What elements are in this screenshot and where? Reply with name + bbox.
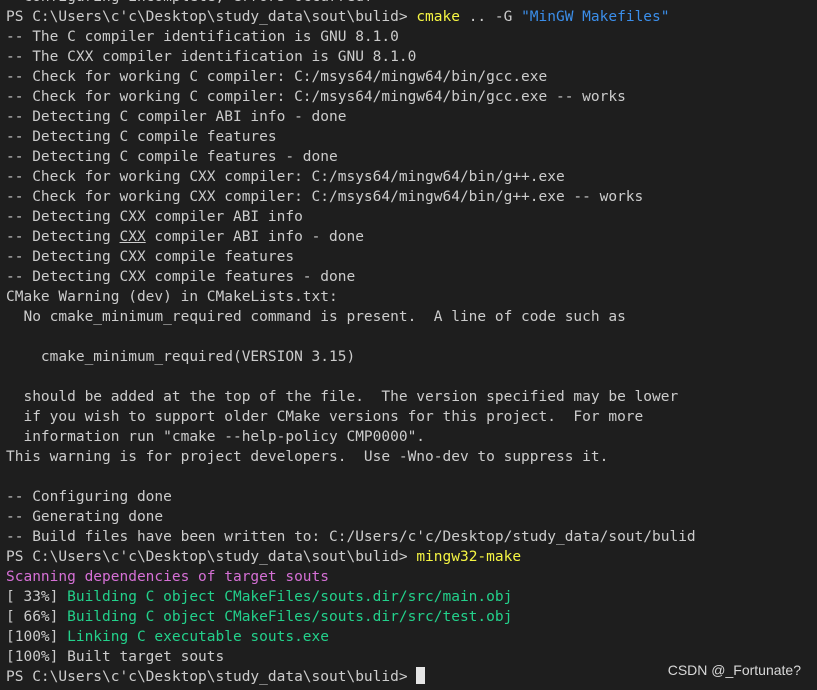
output-text: No cmake_minimum_required command is pre… <box>6 309 626 325</box>
output-text: information run "cmake --help-policy CMP… <box>6 429 426 445</box>
terminal-line: should be added at the top of the file. … <box>6 387 817 407</box>
terminal-line: -- The C compiler identification is GNU … <box>6 27 817 47</box>
terminal-line: -- Configuring done <box>6 487 817 507</box>
output-text: PS C:\Users\c'c\Desktop\study_data\sout\… <box>6 9 417 25</box>
terminal-line: -- Check for working C compiler: C:/msys… <box>6 67 817 87</box>
output-text: -- Generating done <box>6 509 164 525</box>
output-text: [ 66%] <box>6 609 68 625</box>
terminal-line: PS C:\Users\c'c\Desktop\study_data\sout\… <box>6 547 817 567</box>
output-text: cmake_minimum_required(VERSION 3.15) <box>6 349 356 365</box>
output-text: PS C:\Users\c'c\Desktop\study_data\sout\… <box>6 669 417 685</box>
terminal-line: -- Detecting CXX compile features - done <box>6 267 817 287</box>
terminal-output: Configuring incomplete, errors occurred!… <box>6 0 817 687</box>
output-text: [ 33%] <box>6 589 68 605</box>
terminal-line: -- Detecting C compile features - done <box>6 147 817 167</box>
output-text: .. -G <box>459 9 522 25</box>
output-text: Linking C executable souts.exe <box>67 629 330 645</box>
output-text: -- Detecting C compiler ABI info - done <box>6 109 347 125</box>
terminal-line: -- Detecting CXX compile features <box>6 247 817 267</box>
output-text: Building C object CMakeFiles/souts.dir/s… <box>67 589 513 605</box>
output-text: -- Check for working C compiler: C:/msys… <box>6 89 626 105</box>
terminal-line: PS C:\Users\c'c\Desktop\study_data\sout\… <box>6 7 817 27</box>
output-text: [100%] Built target souts <box>6 649 225 665</box>
output-text: -- Detecting CXX compile features - done <box>6 269 356 285</box>
terminal-line: -- Detecting CXX compiler ABI info <box>6 207 817 227</box>
terminal-line: -- Detecting C compiler ABI info - done <box>6 107 817 127</box>
terminal-line: -- Check for working CXX compiler: C:/ms… <box>6 187 817 207</box>
terminal-line: information run "cmake --help-policy CMP… <box>6 427 817 447</box>
text-cursor[interactable] <box>416 667 426 684</box>
output-text: -- The C compiler identification is GNU … <box>6 29 399 45</box>
command-text: mingw32-make <box>416 549 522 565</box>
output-text: Scanning dependencies of target souts <box>6 569 330 585</box>
output-text: should be added at the top of the file. … <box>6 389 679 405</box>
terminal-line: -- Generating done <box>6 507 817 527</box>
terminal-line: -- Detecting C compile features <box>6 127 817 147</box>
output-text: -- Check for working CXX compiler: C:/ms… <box>6 169 565 185</box>
csdn-watermark: CSDN @_Fortunate? <box>667 662 801 678</box>
output-text: CMake Warning (dev) in CMakeLists.txt: <box>6 289 338 305</box>
argument-string: "MinGW Makefiles" <box>521 9 670 25</box>
output-text: compiler ABI info - done <box>145 229 364 245</box>
terminal-line: This warning is for project developers. … <box>6 447 817 467</box>
output-text: Building C object CMakeFiles/souts.dir/s… <box>67 609 513 625</box>
output-text: -- Detecting <box>6 229 120 245</box>
output-text: -- Build files have been written to: C:/… <box>6 529 696 545</box>
output-text: -- Detecting CXX compiler ABI info <box>6 209 303 225</box>
terminal-line: if you wish to support older CMake versi… <box>6 407 817 427</box>
output-text: -- Configuring done <box>6 489 172 505</box>
terminal-line: [ 33%] Building C object CMakeFiles/sout… <box>6 587 817 607</box>
output-text: This warning is for project developers. … <box>6 449 609 465</box>
terminal-line: -- Build files have been written to: C:/… <box>6 527 817 547</box>
output-text: -- Detecting C compile features - done <box>6 149 338 165</box>
output-text: -- Check for working C compiler: C:/msys… <box>6 69 548 85</box>
output-text: -- Detecting C compile features <box>6 129 277 145</box>
terminal-line: -- The CXX compiler identification is GN… <box>6 47 817 67</box>
output-text: -- Check for working CXX compiler: C:/ms… <box>6 189 644 205</box>
output-text: PS C:\Users\c'c\Desktop\study_data\sout\… <box>6 549 417 565</box>
command-text: cmake <box>416 9 460 25</box>
terminal-line: -- Detecting CXX compiler ABI info - don… <box>6 227 817 247</box>
output-text: if you wish to support older CMake versi… <box>6 409 644 425</box>
terminal-line: [ 66%] Building C object CMakeFiles/sout… <box>6 607 817 627</box>
terminal-line: cmake_minimum_required(VERSION 3.15) <box>6 347 817 367</box>
output-text: Configuring incomplete, errors occurred! <box>6 0 372 5</box>
output-text: -- Detecting CXX compile features <box>6 249 295 265</box>
terminal-line: [100%] Linking C executable souts.exe <box>6 627 817 647</box>
terminal-line: CMake Warning (dev) in CMakeLists.txt: <box>6 287 817 307</box>
terminal-line: -- Check for working C compiler: C:/msys… <box>6 87 817 107</box>
output-text: -- The CXX compiler identification is GN… <box>6 49 417 65</box>
terminal-line: -- Check for working CXX compiler: C:/ms… <box>6 167 817 187</box>
terminal-window[interactable]: Configuring incomplete, errors occurred!… <box>0 0 817 690</box>
output-text: CXX <box>119 229 146 245</box>
output-text: [100%] <box>6 629 68 645</box>
terminal-line: Configuring incomplete, errors occurred! <box>6 0 817 7</box>
terminal-line: No cmake_minimum_required command is pre… <box>6 307 817 327</box>
terminal-line: Scanning dependencies of target souts <box>6 567 817 587</box>
